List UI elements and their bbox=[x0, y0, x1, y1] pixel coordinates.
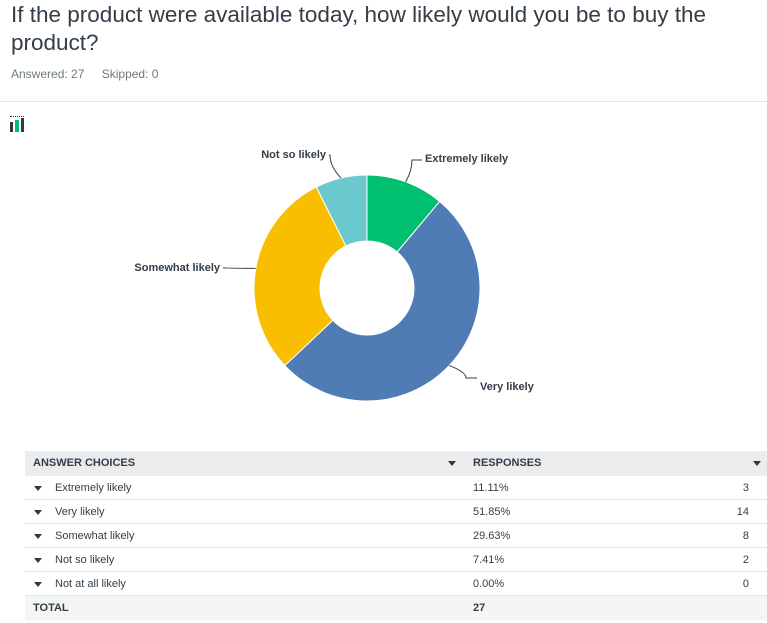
bar-chart-icon[interactable] bbox=[10, 116, 26, 132]
table-row: Not so likely 7.41% 2 bbox=[25, 548, 767, 572]
label-leader-line bbox=[329, 154, 342, 179]
chevron-down-icon[interactable] bbox=[34, 582, 42, 587]
table-total-row: TOTAL 27 bbox=[25, 596, 767, 620]
choice-percent: 0.00% bbox=[473, 578, 505, 590]
label-leader-line bbox=[449, 365, 477, 379]
choice-label: Not at all likely bbox=[55, 578, 126, 590]
answered-count: Answered: 27 bbox=[11, 67, 85, 81]
responses-header[interactable]: RESPONSES bbox=[473, 451, 541, 476]
table-row: Extremely likely 11.11% 3 bbox=[25, 476, 767, 500]
choice-label: Somewhat likely bbox=[55, 530, 135, 542]
total-value: 27 bbox=[473, 602, 486, 614]
choice-label: Extremely likely bbox=[55, 482, 132, 494]
slice-label: Somewhat likely bbox=[134, 262, 220, 274]
table-row: Very likely 51.85% 14 bbox=[25, 500, 767, 524]
choice-percent: 7.41% bbox=[473, 554, 505, 566]
table-row: Not at all likely 0.00% 0 bbox=[25, 572, 767, 596]
chevron-down-icon[interactable] bbox=[34, 486, 42, 491]
table-header: ANSWER CHOICES RESPONSES bbox=[25, 451, 767, 476]
slice-label: Not so likely bbox=[261, 149, 327, 161]
choice-label: Not so likely bbox=[55, 554, 115, 566]
responses-table: ANSWER CHOICES RESPONSES Extremely likel… bbox=[25, 451, 767, 620]
slice-label: Extremely likely bbox=[425, 153, 509, 165]
slice-label: Very likely bbox=[480, 381, 535, 393]
label-leader-line bbox=[405, 159, 422, 183]
choice-percent: 51.85% bbox=[473, 506, 511, 518]
donut-chart: Extremely likely Very likely Somewhat like… bbox=[134, 149, 535, 402]
response-summary: Answered: 27 Skipped: 0 bbox=[11, 67, 172, 81]
total-label: TOTAL bbox=[33, 602, 69, 614]
choice-label: Very likely bbox=[55, 506, 105, 518]
choice-percent: 11.11% bbox=[473, 482, 509, 494]
choice-count: 8 bbox=[742, 530, 749, 542]
answer-choices-header[interactable]: ANSWER CHOICES bbox=[33, 451, 135, 476]
choice-count: 3 bbox=[742, 482, 749, 494]
choice-count: 14 bbox=[736, 506, 749, 518]
choice-count: 2 bbox=[742, 554, 749, 566]
chevron-down-icon[interactable] bbox=[753, 461, 761, 466]
table-row: Somewhat likely 29.63% 8 bbox=[25, 524, 767, 548]
choice-percent: 29.63% bbox=[473, 530, 511, 542]
divider bbox=[0, 101, 767, 102]
question-title: If the product were available today, how… bbox=[11, 2, 706, 55]
chevron-down-icon[interactable] bbox=[34, 558, 42, 563]
choice-count: 0 bbox=[742, 578, 749, 590]
chevron-down-icon[interactable] bbox=[34, 510, 42, 515]
skipped-count: Skipped: 0 bbox=[101, 67, 159, 81]
chevron-down-icon[interactable] bbox=[34, 534, 42, 539]
chevron-down-icon[interactable] bbox=[448, 461, 456, 466]
